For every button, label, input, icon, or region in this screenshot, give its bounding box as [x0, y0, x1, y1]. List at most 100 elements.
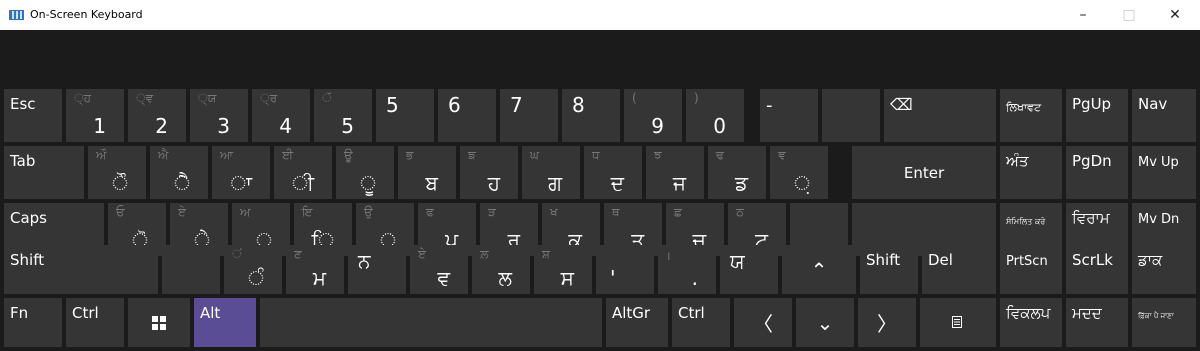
- key-menu[interactable]: [920, 298, 996, 347]
- key-scrlk[interactable]: ScrLk: [1066, 245, 1128, 294]
- key-down-arrow[interactable]: ⌄: [796, 298, 854, 347]
- minimize-button[interactable]: –: [1060, 0, 1106, 30]
- key-punjabi[interactable]: ਘ ਗ: [522, 146, 580, 199]
- key-nav[interactable]: Nav: [1132, 89, 1196, 142]
- key-label: ਵਿਰਾਮ: [1072, 209, 1110, 227]
- key-dak[interactable]: ਡਾਕ: [1132, 245, 1196, 294]
- key-label: 8: [572, 93, 585, 117]
- key-shift-label: ਂ: [232, 247, 242, 261]
- key-label: ਜ: [672, 171, 686, 195]
- key-punjabi[interactable]: ਆ ਾ: [212, 146, 270, 199]
- key-punjabi[interactable]: ਙ ਹ: [460, 146, 518, 199]
- key-label: ਹ: [487, 171, 500, 195]
- key-del[interactable]: Del: [922, 245, 996, 294]
- key-fika[interactable]: ਫ਼ਿੱਕਾ ਪੈ ਜਾਣਾ: [1132, 298, 1196, 347]
- key-tab[interactable]: Tab: [4, 146, 84, 199]
- key-punjabi[interactable]: ਯ: [720, 245, 778, 294]
- key-label: ਫ਼ਿੱਕਾ ਪੈ ਜਾਣਾ: [1138, 312, 1174, 320]
- key-shift-label: ਧ: [592, 148, 600, 162]
- key-mvup[interactable]: Mv Up: [1132, 146, 1196, 199]
- key-punjabi[interactable]: ਂ ੰ: [224, 245, 282, 294]
- key-label: ੌ: [112, 171, 128, 195]
- key-punjabi[interactable]: ਊ ੂ: [336, 146, 394, 199]
- key-punjabi[interactable]: ਲ਼ ਲ: [472, 245, 530, 294]
- key-shift-label: ੱ: [322, 91, 332, 105]
- key-shift-label: ਈ: [282, 148, 294, 162]
- key-label: ਨ: [358, 249, 371, 273]
- key-shift-right[interactable]: Shift: [860, 245, 918, 294]
- key-vikalap[interactable]: ਵਿਕਲਪ: [1000, 298, 1062, 347]
- key-esc[interactable]: Esc: [4, 89, 62, 142]
- key-label: .: [691, 266, 698, 290]
- key-1[interactable]: ੍ਹ 1: [66, 89, 124, 142]
- key-punjabi[interactable]: ਢ ਡ: [708, 146, 766, 199]
- key-5-shift[interactable]: ੱ 5: [314, 89, 372, 142]
- key-paren-0[interactable]: ) 0: [686, 89, 744, 142]
- key-punjabi[interactable]: ਏ ਵ: [410, 245, 468, 294]
- key-shift-label: ਸ਼: [542, 247, 550, 261]
- key-shift-label: ੍ਯ: [198, 91, 217, 105]
- key-label: ਲਿਖਾਵਟ: [1006, 101, 1042, 114]
- key-blank[interactable]: [162, 245, 220, 294]
- key-ctrl-left[interactable]: Ctrl: [66, 298, 124, 347]
- key-shift-label: ਓ: [116, 205, 125, 219]
- key-altgr[interactable]: AltGr: [606, 298, 668, 347]
- key-punjabi[interactable]: ਞ ਼: [770, 146, 828, 199]
- key-4[interactable]: ੍ਰ 4: [252, 89, 310, 142]
- key-punjabi[interactable]: ਧ ਦ: [584, 146, 642, 199]
- key-label: ਼: [794, 171, 810, 195]
- key-shift-left[interactable]: Shift: [4, 245, 158, 294]
- key-punjabi[interactable]: ਝ ਜ: [646, 146, 704, 199]
- up-arrow-icon: ⌃: [810, 257, 828, 282]
- window-title: On-Screen Keyboard: [30, 8, 143, 21]
- key-likhavat[interactable]: ਲਿਖਾਵਟ: [1000, 89, 1062, 142]
- key-7[interactable]: 6: [438, 89, 496, 142]
- key-shift-label: ਏ: [178, 205, 186, 219]
- key-shift-label: ਝ: [654, 148, 662, 162]
- key-ctrl-right[interactable]: Ctrl: [672, 298, 730, 347]
- key-space[interactable]: [260, 298, 602, 347]
- key-shift-label: ਉ: [364, 205, 373, 219]
- key-punjabi[interactable]: ਈ ੀ: [274, 146, 332, 199]
- key-punjabi[interactable]: ਔ ੌ: [88, 146, 146, 199]
- key-label: ਵ: [437, 266, 450, 290]
- key-paren-9[interactable]: ( 9: [624, 89, 682, 142]
- key-apostrophe[interactable]: ': [596, 245, 654, 294]
- key-2[interactable]: ੍ਵ 2: [128, 89, 186, 142]
- key-enter[interactable]: Enter: [852, 146, 996, 199]
- left-arrow-icon: 〈: [753, 312, 773, 336]
- key-label: AltGr: [612, 304, 651, 322]
- key-label: 2: [155, 114, 168, 138]
- key-punjabi[interactable]: ਐ ੈ: [150, 146, 208, 199]
- key-label: ਸੰਮਿਲਿਤ ਕਰੋ: [1006, 217, 1046, 226]
- key-label: ਗ: [548, 171, 562, 195]
- key-label: -: [766, 95, 773, 116]
- key-fn[interactable]: Fn: [4, 298, 62, 347]
- key-8[interactable]: 7: [500, 89, 558, 142]
- key-3[interactable]: ੍ਯ 3: [190, 89, 248, 142]
- key-label: 9: [651, 114, 664, 138]
- key-label: ਡ: [735, 171, 748, 195]
- key-right-arrow[interactable]: 〉: [858, 298, 916, 347]
- key-pgdn[interactable]: PgDn: [1066, 146, 1128, 199]
- key-punjabi[interactable]: ਸ਼ ਸ: [534, 245, 592, 294]
- maximize-button[interactable]: □: [1106, 0, 1152, 30]
- key-backspace[interactable]: ⌫: [884, 89, 996, 142]
- key-prtscn[interactable]: PrtScn: [1000, 245, 1062, 294]
- key-left-arrow[interactable]: 〈: [734, 298, 792, 347]
- key-punjabi[interactable]: ਭ ਬ: [398, 146, 456, 199]
- close-button[interactable]: ✕: [1152, 0, 1198, 30]
- key-period[interactable]: । .: [658, 245, 716, 294]
- key-madad[interactable]: ਮਦਦ: [1066, 298, 1128, 347]
- key-9[interactable]: 8: [562, 89, 620, 142]
- key-windows[interactable]: [128, 298, 190, 347]
- key-alt[interactable]: Alt: [194, 298, 256, 347]
- key-up-arrow[interactable]: ⌃: [782, 245, 856, 294]
- key-pgup[interactable]: PgUp: [1066, 89, 1128, 142]
- key-punjabi[interactable]: ਨ: [348, 245, 406, 294]
- key-ant[interactable]: ਅੰਤ: [1000, 146, 1062, 199]
- key-punjabi[interactable]: ਣ ਮ: [286, 245, 344, 294]
- key-equals[interactable]: [822, 89, 880, 142]
- key-6[interactable]: 5: [376, 89, 434, 142]
- key-minus[interactable]: -: [760, 89, 818, 142]
